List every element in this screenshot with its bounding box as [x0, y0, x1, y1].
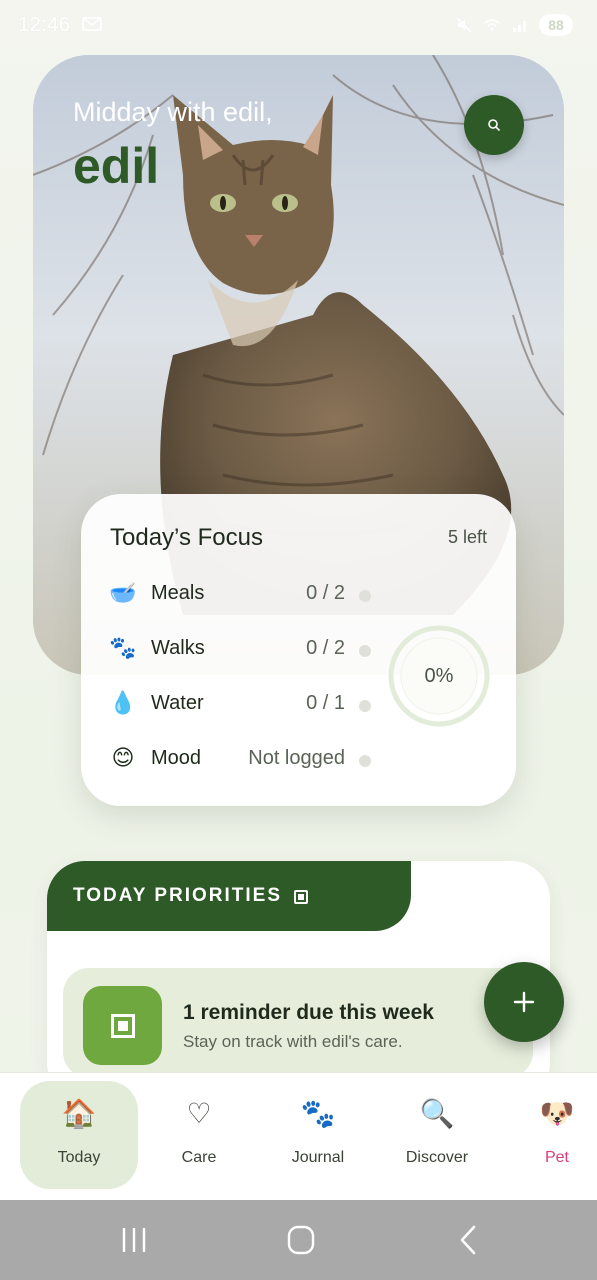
search-icon — [488, 119, 501, 132]
magnifier-icon: 🔍 — [419, 1098, 455, 1129]
status-dot — [359, 700, 371, 712]
focus-remaining-count: 5 left — [447, 527, 487, 547]
focus-row-water[interactable]: 💧 Water 0 / 1 — [109, 688, 371, 720]
paw-icon: 🐾 — [109, 635, 137, 660]
focus-row-value: 0 / 2 — [306, 637, 345, 659]
focus-row-label: Meals — [151, 582, 205, 604]
plus-icon — [513, 991, 535, 1013]
nav-label: Pet — [544, 1149, 569, 1166]
nav-journal[interactable]: 🐾 Journal — [259, 1081, 377, 1189]
square-icon — [294, 890, 308, 904]
nav-care[interactable]: ♡ Care — [140, 1081, 258, 1189]
nav-label: Today — [57, 1149, 101, 1166]
focus-title: Today’s Focus — [110, 524, 263, 551]
nav-today[interactable]: 🏠 Today — [20, 1081, 138, 1189]
back-icon[interactable] — [448, 1224, 488, 1256]
focus-row-label: Water — [151, 692, 204, 714]
nav-label: Journal — [291, 1149, 345, 1166]
wifi-icon — [484, 19, 500, 31]
focus-row-value: Not logged — [248, 747, 345, 769]
signal-icon — [513, 21, 526, 32]
status-time: 12:46 — [18, 14, 71, 36]
greeting-text: Midday with edil, — [73, 97, 273, 127]
nav-pet[interactable]: 🐶 Pet — [498, 1081, 597, 1189]
focus-row-value: 0 / 2 — [306, 582, 345, 604]
bottom-navigation: 🏠 Today ♡ Care 🐾 Journal 🔍 Discover 🐶 Pe… — [0, 1072, 597, 1200]
focus-row-meals[interactable]: 🥣 Meals 0 / 2 — [109, 578, 371, 610]
focus-row-walks[interactable]: 🐾 Walks 0 / 2 — [109, 633, 371, 665]
pet-name-heading: edil — [73, 138, 160, 194]
home-icon: 🏠 — [61, 1098, 97, 1129]
smiley-icon: 😊 — [111, 745, 135, 770]
priorities-title: TODAY PRIORITIES — [73, 885, 283, 906]
focus-row-label: Mood — [151, 747, 202, 769]
mail-icon — [82, 17, 102, 31]
focus-row-label: Walks — [151, 637, 205, 659]
bowl-icon: 🥣 — [109, 580, 137, 605]
status-dot — [359, 590, 371, 602]
paw-icon: 🐾 — [300, 1098, 336, 1129]
search-button[interactable] — [464, 95, 524, 155]
status-icons: 88 — [455, 14, 573, 36]
status-bar: 12:46 88 — [0, 0, 597, 54]
heart-icon: ♡ — [186, 1098, 212, 1129]
focus-row-value: 0 / 1 — [306, 692, 345, 714]
square-icon — [110, 1013, 135, 1038]
reminder-title: 1 reminder due this week — [183, 1001, 434, 1024]
home-button-icon[interactable] — [281, 1224, 321, 1256]
system-navigation-bar — [0, 1200, 597, 1280]
priorities-header: TODAY PRIORITIES — [47, 861, 411, 931]
todays-focus-card: Today’s Focus 5 left 🥣 Meals 0 / 2 🐾 Wal… — [81, 494, 516, 806]
battery-indicator: 88 — [539, 14, 573, 36]
water-drop-icon: 💧 — [109, 690, 137, 715]
status-dot — [359, 645, 371, 657]
nav-label: Discover — [405, 1149, 469, 1166]
focus-row-mood[interactable]: 😊 Mood Not logged — [109, 743, 371, 775]
reminder-item[interactable]: 1 reminder due this week Stay on track w… — [63, 968, 533, 1078]
dog-icon: 🐶 — [539, 1098, 575, 1129]
progress-percent: 0% — [424, 664, 454, 687]
today-priorities-card: TODAY PRIORITIES 1 reminder due this wee… — [47, 861, 550, 1101]
nav-label: Care — [181, 1149, 217, 1166]
add-button[interactable] — [484, 962, 564, 1042]
reminder-subtitle: Stay on track with edil's care. — [183, 1032, 403, 1051]
recent-apps-icon[interactable] — [114, 1224, 154, 1256]
nav-discover[interactable]: 🔍 Discover — [378, 1081, 496, 1189]
status-dot — [359, 755, 371, 767]
mute-icon — [456, 17, 472, 33]
reminder-icon — [83, 986, 162, 1065]
